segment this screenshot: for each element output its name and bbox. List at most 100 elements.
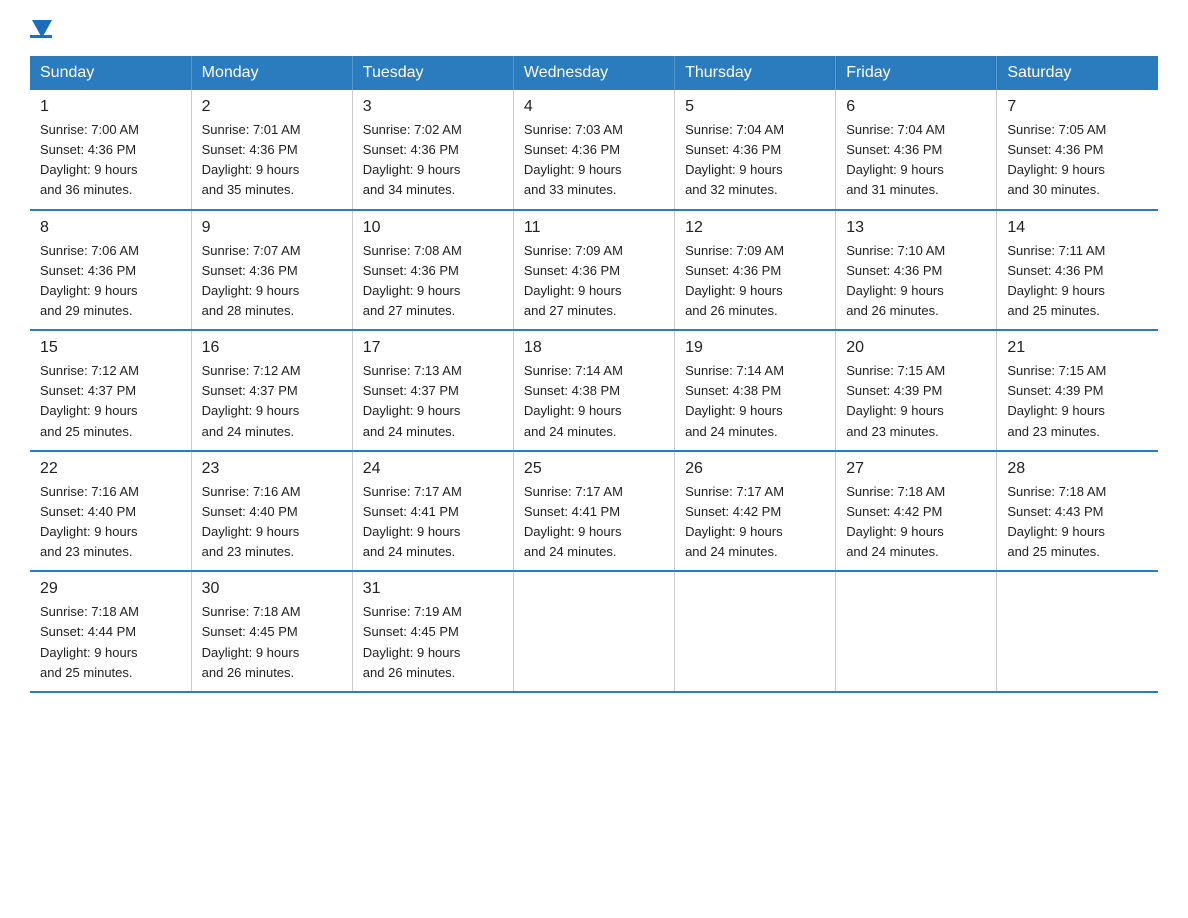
day-number: 19 — [685, 339, 825, 357]
day-number: 31 — [363, 580, 503, 598]
day-info: Sunrise: 7:03 AMSunset: 4:36 PMDaylight:… — [524, 120, 664, 201]
day-number: 6 — [846, 98, 986, 116]
day-number: 22 — [40, 460, 181, 478]
calendar-cell: 25 Sunrise: 7:17 AMSunset: 4:41 PMDayligh… — [513, 451, 674, 572]
day-number: 15 — [40, 339, 181, 357]
calendar-cell: 28 Sunrise: 7:18 AMSunset: 4:43 PMDayligh… — [997, 451, 1158, 572]
calendar-cell: 16 Sunrise: 7:12 AMSunset: 4:37 PMDayligh… — [191, 330, 352, 451]
calendar-cell: 29 Sunrise: 7:18 AMSunset: 4:44 PMDayligh… — [30, 571, 191, 692]
day-info: Sunrise: 7:18 AMSunset: 4:42 PMDaylight:… — [846, 482, 986, 563]
day-info: Sunrise: 7:17 AMSunset: 4:41 PMDaylight:… — [363, 482, 503, 563]
day-number: 12 — [685, 219, 825, 237]
calendar-header: SundayMondayTuesdayWednesdayThursdayFrid… — [30, 56, 1158, 90]
day-number: 26 — [685, 460, 825, 478]
header-day-thursday: Thursday — [675, 56, 836, 90]
day-number: 11 — [524, 219, 664, 237]
calendar-cell: 11 Sunrise: 7:09 AMSunset: 4:36 PMDayligh… — [513, 210, 674, 331]
day-number: 10 — [363, 219, 503, 237]
calendar-body: 1Sunrise: 7:00 AMSunset: 4:36 PMDaylight… — [30, 90, 1158, 692]
day-number: 17 — [363, 339, 503, 357]
day-number: 14 — [1007, 219, 1148, 237]
logo — [30, 20, 52, 38]
week-row-1: 1Sunrise: 7:00 AMSunset: 4:36 PMDaylight… — [30, 90, 1158, 210]
day-info: Sunrise: 7:15 AMSunset: 4:39 PMDaylight:… — [1007, 361, 1148, 442]
week-row-5: 29 Sunrise: 7:18 AMSunset: 4:44 PMDayligh… — [30, 571, 1158, 692]
day-number: 16 — [202, 339, 342, 357]
header-day-sunday: Sunday — [30, 56, 191, 90]
header-row: SundayMondayTuesdayWednesdayThursdayFrid… — [30, 56, 1158, 90]
day-info: Sunrise: 7:18 AMSunset: 4:45 PMDaylight:… — [202, 602, 342, 683]
logo-text — [30, 20, 52, 34]
calendar-cell: 31 Sunrise: 7:19 AMSunset: 4:45 PMDayligh… — [352, 571, 513, 692]
day-number: 30 — [202, 580, 342, 598]
calendar-cell: 22 Sunrise: 7:16 AMSunset: 4:40 PMDayligh… — [30, 451, 191, 572]
day-number: 24 — [363, 460, 503, 478]
day-info: Sunrise: 7:19 AMSunset: 4:45 PMDaylight:… — [363, 602, 503, 683]
day-info: Sunrise: 7:13 AMSunset: 4:37 PMDaylight:… — [363, 361, 503, 442]
header-day-tuesday: Tuesday — [352, 56, 513, 90]
calendar-cell: 10Sunrise: 7:08 AMSunset: 4:36 PMDayligh… — [352, 210, 513, 331]
day-number: 4 — [524, 98, 664, 116]
calendar-cell: 17 Sunrise: 7:13 AMSunset: 4:37 PMDayligh… — [352, 330, 513, 451]
day-number: 21 — [1007, 339, 1148, 357]
header-day-wednesday: Wednesday — [513, 56, 674, 90]
day-number: 2 — [202, 98, 342, 116]
day-number: 13 — [846, 219, 986, 237]
day-info: Sunrise: 7:01 AMSunset: 4:36 PMDaylight:… — [202, 120, 342, 201]
day-number: 29 — [40, 580, 181, 598]
day-info: Sunrise: 7:07 AMSunset: 4:36 PMDaylight:… — [202, 241, 342, 322]
calendar-cell: 1Sunrise: 7:00 AMSunset: 4:36 PMDaylight… — [30, 90, 191, 210]
day-info: Sunrise: 7:16 AMSunset: 4:40 PMDaylight:… — [40, 482, 181, 563]
calendar-cell: 5Sunrise: 7:04 AMSunset: 4:36 PMDaylight… — [675, 90, 836, 210]
calendar-cell: 15Sunrise: 7:12 AMSunset: 4:37 PMDayligh… — [30, 330, 191, 451]
calendar-cell: 20 Sunrise: 7:15 AMSunset: 4:39 PMDayligh… — [836, 330, 997, 451]
day-number: 18 — [524, 339, 664, 357]
calendar-cell: 3Sunrise: 7:02 AMSunset: 4:36 PMDaylight… — [352, 90, 513, 210]
day-info: Sunrise: 7:06 AMSunset: 4:36 PMDaylight:… — [40, 241, 181, 322]
day-info: Sunrise: 7:18 AMSunset: 4:44 PMDaylight:… — [40, 602, 181, 683]
day-info: Sunrise: 7:12 AMSunset: 4:37 PMDaylight:… — [202, 361, 342, 442]
day-number: 25 — [524, 460, 664, 478]
day-info: Sunrise: 7:04 AMSunset: 4:36 PMDaylight:… — [685, 120, 825, 201]
header-day-saturday: Saturday — [997, 56, 1158, 90]
calendar-cell: 2 Sunrise: 7:01 AMSunset: 4:36 PMDaylight… — [191, 90, 352, 210]
calendar-cell — [836, 571, 997, 692]
calendar-cell: 8Sunrise: 7:06 AMSunset: 4:36 PMDaylight… — [30, 210, 191, 331]
day-info: Sunrise: 7:14 AMSunset: 4:38 PMDaylight:… — [685, 361, 825, 442]
calendar-cell — [675, 571, 836, 692]
calendar-cell: 21 Sunrise: 7:15 AMSunset: 4:39 PMDayligh… — [997, 330, 1158, 451]
day-info: Sunrise: 7:11 AMSunset: 4:36 PMDaylight:… — [1007, 241, 1148, 322]
calendar-cell: 13 Sunrise: 7:10 AMSunset: 4:36 PMDayligh… — [836, 210, 997, 331]
calendar-cell: 19 Sunrise: 7:14 AMSunset: 4:38 PMDayligh… — [675, 330, 836, 451]
day-info: Sunrise: 7:05 AMSunset: 4:36 PMDaylight:… — [1007, 120, 1148, 201]
logo-underline — [30, 35, 52, 38]
calendar-cell: 14 Sunrise: 7:11 AMSunset: 4:36 PMDayligh… — [997, 210, 1158, 331]
day-number: 20 — [846, 339, 986, 357]
page-header — [30, 20, 1158, 38]
calendar-cell — [997, 571, 1158, 692]
week-row-2: 8Sunrise: 7:06 AMSunset: 4:36 PMDaylight… — [30, 210, 1158, 331]
day-info: Sunrise: 7:14 AMSunset: 4:38 PMDaylight:… — [524, 361, 664, 442]
day-info: Sunrise: 7:17 AMSunset: 4:41 PMDaylight:… — [524, 482, 664, 563]
header-day-friday: Friday — [836, 56, 997, 90]
calendar-cell — [513, 571, 674, 692]
calendar-cell: 26 Sunrise: 7:17 AMSunset: 4:42 PMDayligh… — [675, 451, 836, 572]
calendar-cell: 7Sunrise: 7:05 AMSunset: 4:36 PMDaylight… — [997, 90, 1158, 210]
header-day-monday: Monday — [191, 56, 352, 90]
day-info: Sunrise: 7:15 AMSunset: 4:39 PMDaylight:… — [846, 361, 986, 442]
calendar-cell: 12Sunrise: 7:09 AMSunset: 4:36 PMDayligh… — [675, 210, 836, 331]
day-info: Sunrise: 7:04 AMSunset: 4:36 PMDaylight:… — [846, 120, 986, 201]
calendar-cell: 6 Sunrise: 7:04 AMSunset: 4:36 PMDaylight… — [836, 90, 997, 210]
day-number: 23 — [202, 460, 342, 478]
day-info: Sunrise: 7:02 AMSunset: 4:36 PMDaylight:… — [363, 120, 503, 201]
day-info: Sunrise: 7:00 AMSunset: 4:36 PMDaylight:… — [40, 120, 181, 201]
day-info: Sunrise: 7:17 AMSunset: 4:42 PMDaylight:… — [685, 482, 825, 563]
day-info: Sunrise: 7:10 AMSunset: 4:36 PMDaylight:… — [846, 241, 986, 322]
day-info: Sunrise: 7:09 AMSunset: 4:36 PMDaylight:… — [524, 241, 664, 322]
calendar-cell: 9Sunrise: 7:07 AMSunset: 4:36 PMDaylight… — [191, 210, 352, 331]
day-info: Sunrise: 7:18 AMSunset: 4:43 PMDaylight:… — [1007, 482, 1148, 563]
day-number: 28 — [1007, 460, 1148, 478]
calendar-cell: 18 Sunrise: 7:14 AMSunset: 4:38 PMDayligh… — [513, 330, 674, 451]
day-number: 27 — [846, 460, 986, 478]
calendar-cell: 30 Sunrise: 7:18 AMSunset: 4:45 PMDayligh… — [191, 571, 352, 692]
